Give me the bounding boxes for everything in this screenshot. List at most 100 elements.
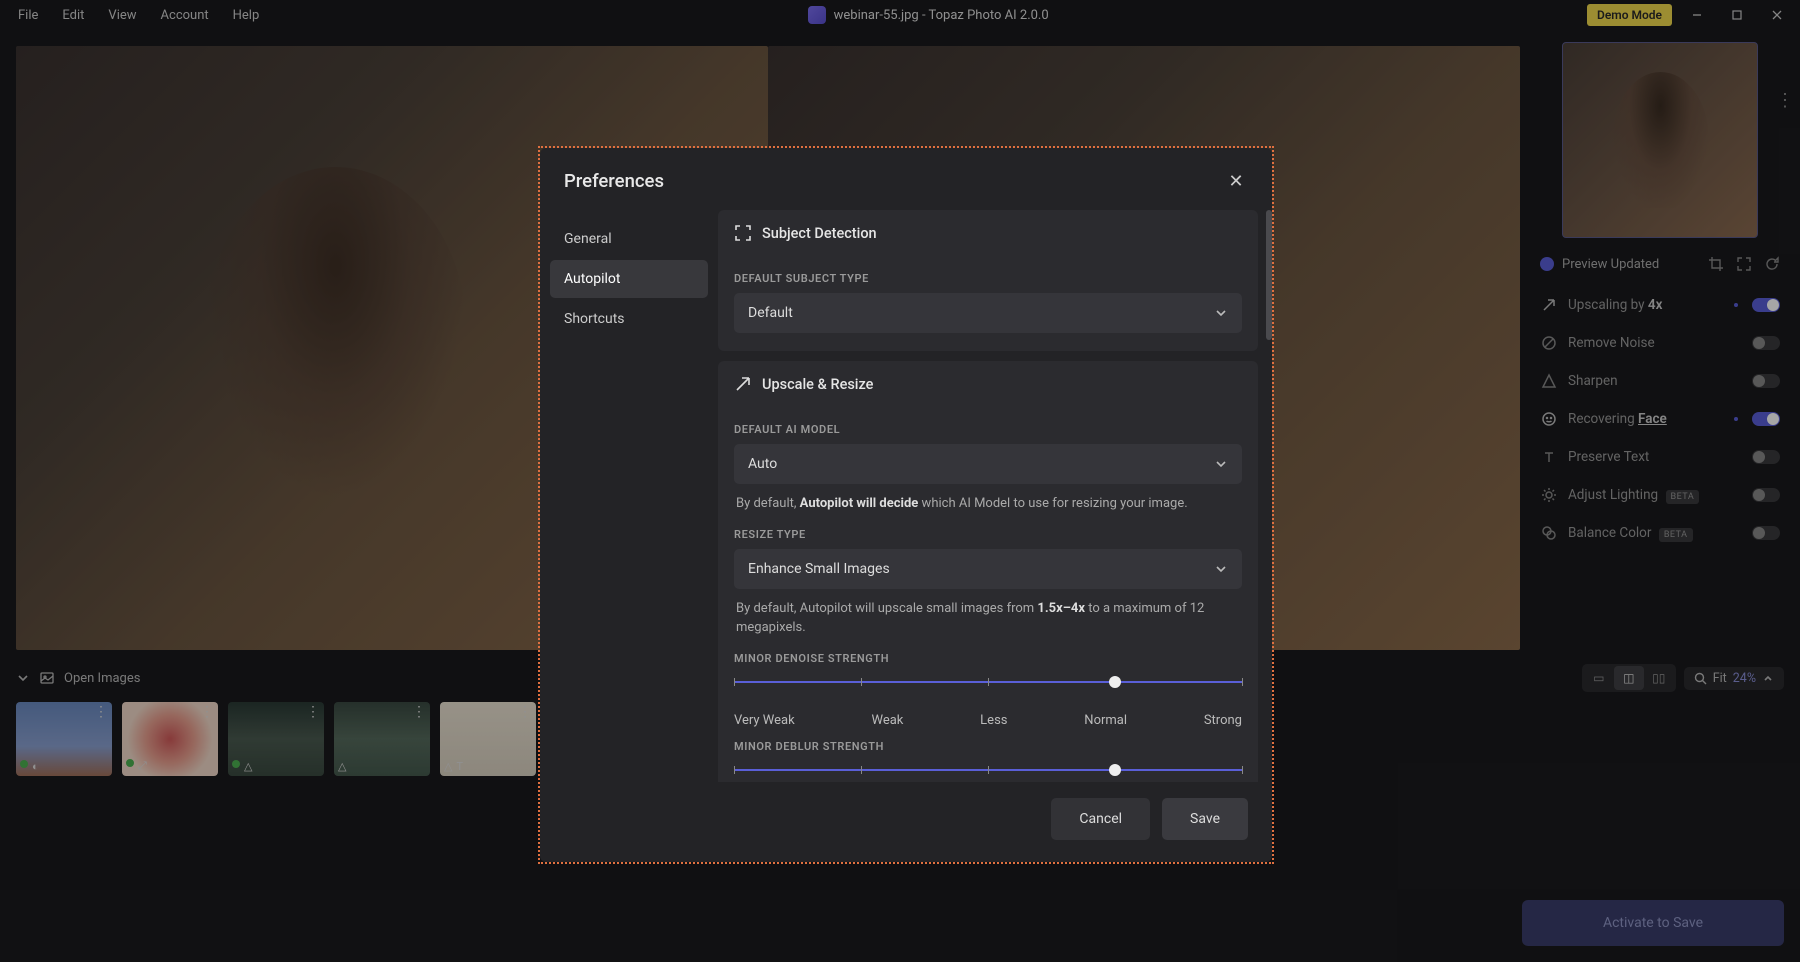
preserve-text-label: Preserve Text [1568, 449, 1742, 465]
minor-denoise-slider[interactable] [734, 673, 1242, 709]
main-menu: File Edit View Account Help [8, 4, 269, 27]
thumb-text-icon: T [456, 760, 463, 773]
adjust-lighting-toggle[interactable] [1752, 488, 1780, 502]
remove-noise-label: Remove Noise [1568, 335, 1742, 351]
thumb-sharpen-icon: △ [244, 760, 252, 773]
thumb-filter-icon: ◐ [32, 760, 39, 773]
lighting-icon [1540, 486, 1558, 504]
cancel-button[interactable]: Cancel [1051, 798, 1150, 840]
thumb-status-dot [232, 760, 240, 768]
activate-to-save-button[interactable]: Activate to Save [1522, 900, 1784, 946]
right-panel: ⋮ Preview Updated Upscaling by 4x Remove… [1520, 30, 1800, 650]
title-text: webinar-55.jpg - Topaz Photo AI 2.0.0 [834, 8, 1049, 23]
enh-recovering-row[interactable]: Recovering Face [1532, 400, 1788, 438]
subject-detection-section: Subject Detection Default Subject Type D… [718, 210, 1258, 351]
preferences-modal: Preferences ✕ General Autopilot Shortcut… [540, 148, 1272, 862]
status-check-icon [1540, 257, 1554, 271]
sharpen-toggle[interactable] [1752, 374, 1780, 388]
enh-sharpen-row[interactable]: Sharpen [1532, 362, 1788, 400]
upscale-resize-section: Upscale & Resize Default AI Model Auto B… [718, 361, 1258, 782]
noise-icon [1540, 334, 1558, 352]
refresh-icon[interactable] [1764, 256, 1780, 272]
thumb-more-icon[interactable]: ⋮ [518, 704, 532, 720]
menu-account[interactable]: Account [151, 4, 219, 27]
thumbnail-2[interactable]: ⋮⤢ [122, 702, 218, 776]
denoise-slider-labels: Very WeakWeakLessNormalStrong [734, 709, 1242, 728]
zoom-icon [1694, 672, 1707, 685]
enh-balance-color-row[interactable]: Balance Color BETA [1532, 514, 1788, 552]
ai-model-hint: By default, Autopilot will decide which … [734, 484, 1242, 516]
menu-file[interactable]: File [8, 4, 48, 27]
enh-upscaling-row[interactable]: Upscaling by 4x [1532, 286, 1788, 324]
open-images-label[interactable]: Open Images [64, 671, 140, 686]
enh-remove-noise-row[interactable]: Remove Noise [1532, 324, 1788, 362]
enh-preserve-text-row[interactable]: Preserve Text [1532, 438, 1788, 476]
indicator-dot [1734, 303, 1738, 307]
indicator-dot [1734, 417, 1738, 421]
resize-type-select[interactable]: Enhance Small Images [734, 549, 1242, 589]
balance-color-toggle[interactable] [1752, 526, 1780, 540]
color-icon [1540, 524, 1558, 542]
thumb-sharpen-icon: △ [444, 760, 452, 773]
thumbnail-4[interactable]: ⋮△ [334, 702, 430, 776]
modal-sidebar: General Autopilot Shortcuts [540, 210, 718, 782]
zoom-control[interactable]: Fit 24% [1684, 667, 1784, 690]
menu-edit[interactable]: Edit [52, 4, 94, 27]
save-button[interactable]: Save [1162, 798, 1248, 840]
thumbnail-3[interactable]: ⋮△ [228, 702, 324, 776]
close-window-button[interactable] [1762, 5, 1792, 25]
thumbnail-5[interactable]: ⋮ △ T [440, 702, 536, 776]
preview-thumbnail[interactable] [1562, 42, 1758, 238]
minimize-button[interactable] [1682, 5, 1712, 25]
minor-denoise-label: Minor Denoise Strength [734, 640, 1242, 673]
thumb-more-icon[interactable]: ⋮ [306, 704, 320, 720]
maximize-button[interactable] [1722, 5, 1752, 25]
select-value: Enhance Small Images [748, 561, 890, 577]
minor-deblur-slider[interactable] [734, 761, 1242, 783]
default-subject-type-label: Default Subject Type [734, 260, 1242, 293]
panel-more-icon[interactable]: ⋮ [1776, 90, 1794, 111]
thumb-more-icon[interactable]: ⋮ [200, 704, 214, 720]
tab-shortcuts[interactable]: Shortcuts [550, 300, 708, 338]
preview-status-text: Preview Updated [1562, 257, 1659, 272]
chevron-up-icon[interactable] [1762, 672, 1774, 684]
image-icon [40, 671, 54, 685]
thumb-more-icon[interactable]: ⋮ [94, 704, 108, 720]
app-logo-icon [808, 6, 826, 24]
titlebar: File Edit View Account Help webinar-55.j… [0, 0, 1800, 30]
chevron-down-icon [1214, 457, 1228, 471]
view-mode-segment[interactable]: ▭ ◫ ▯▯ [1582, 664, 1676, 692]
recovering-toggle[interactable] [1752, 412, 1780, 426]
close-icon[interactable]: ✕ [1224, 171, 1248, 192]
subject-detection-icon [734, 224, 752, 242]
recovering-label: Recovering Face [1568, 411, 1724, 427]
balance-color-label: Balance Color BETA [1568, 525, 1742, 541]
menu-help[interactable]: Help [223, 4, 270, 27]
face-icon [1540, 410, 1558, 428]
enh-adjust-lighting-row[interactable]: Adjust Lighting BETA [1532, 476, 1788, 514]
upscaling-toggle[interactable] [1752, 298, 1780, 312]
default-subject-type-select[interactable]: Default [734, 293, 1242, 333]
tab-autopilot[interactable]: Autopilot [550, 260, 708, 298]
adjust-lighting-label: Adjust Lighting BETA [1568, 487, 1742, 503]
fullscreen-icon[interactable] [1736, 256, 1752, 272]
select-value: Default [748, 305, 793, 321]
thumb-more-icon[interactable]: ⋮ [412, 704, 426, 720]
thumb-status-dot [20, 760, 28, 768]
default-ai-model-select[interactable]: Auto [734, 444, 1242, 484]
preserve-text-toggle[interactable] [1752, 450, 1780, 464]
chevron-down-icon[interactable] [16, 671, 30, 685]
menu-view[interactable]: View [98, 4, 146, 27]
resize-type-hint: By default, Autopilot will upscale small… [734, 589, 1242, 640]
thumb-expand-icon: ⤢ [138, 759, 147, 773]
view-side-icon[interactable]: ▯▯ [1644, 666, 1674, 690]
remove-noise-toggle[interactable] [1752, 336, 1780, 350]
window-title: webinar-55.jpg - Topaz Photo AI 2.0.0 [269, 6, 1587, 24]
crop-icon[interactable] [1708, 256, 1724, 272]
thumbnail-1[interactable]: ⋮◐ [16, 702, 112, 776]
scrollbar[interactable] [1266, 210, 1272, 340]
upscale-resize-title: Upscale & Resize [762, 376, 873, 393]
tab-general[interactable]: General [550, 220, 708, 258]
view-single-icon[interactable]: ▭ [1584, 666, 1614, 690]
view-split-icon[interactable]: ◫ [1614, 666, 1644, 690]
